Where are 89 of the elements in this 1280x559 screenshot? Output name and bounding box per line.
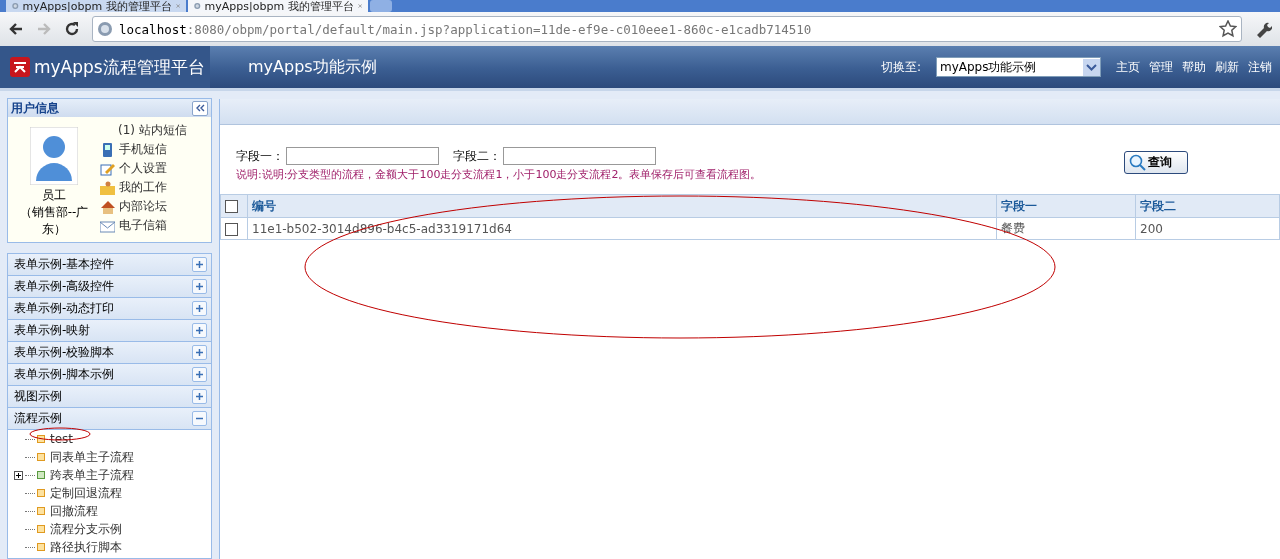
field-label: 字段二： bbox=[453, 147, 501, 165]
plus-icon bbox=[195, 370, 204, 379]
address-bar[interactable]: localhost:8080/obpm/portal/default/main.jsp?application=11de-ef9e-c010eee1-860c-e1cadb714510 bbox=[92, 16, 1242, 42]
expand-node-icon bbox=[14, 470, 23, 480]
phone-icon bbox=[100, 142, 115, 157]
node-folder-icon bbox=[37, 471, 45, 479]
table-cell: 200 bbox=[1135, 217, 1280, 240]
logo-icon bbox=[10, 57, 30, 77]
user-menu-link[interactable]: 个人设置 bbox=[100, 160, 187, 177]
tree-item[interactable]: 流程分支示例 bbox=[50, 520, 122, 538]
user-name: 员工 bbox=[42, 187, 66, 204]
browser-tab[interactable]: myApps|obpm 我的管理平台 bbox=[6, 0, 186, 12]
expand-icon[interactable] bbox=[192, 323, 207, 338]
row-checkbox[interactable] bbox=[225, 222, 238, 236]
user-menu-link[interactable]: 手机短信 bbox=[100, 141, 187, 158]
expand-icon[interactable] bbox=[192, 257, 207, 272]
expand-icon[interactable] bbox=[192, 345, 207, 360]
plus-icon bbox=[195, 304, 204, 313]
nav-link[interactable]: 帮助 bbox=[1182, 58, 1206, 76]
node-icon bbox=[37, 453, 45, 461]
plus-icon bbox=[195, 282, 204, 291]
accordion-header[interactable]: 视图示例 bbox=[8, 386, 211, 408]
pencil-icon bbox=[100, 161, 115, 176]
tree-item[interactable]: 同表单主子流程 bbox=[50, 448, 134, 466]
folder-icon bbox=[100, 180, 115, 195]
node-icon bbox=[37, 489, 45, 497]
application-select[interactable]: myApps功能示例 bbox=[936, 57, 1101, 77]
accordion-header[interactable]: 表单示例-动态打印 bbox=[8, 298, 211, 320]
user-department: （销售部--广东） bbox=[19, 204, 89, 238]
expand-icon[interactable] bbox=[192, 279, 207, 294]
column-header[interactable]: 字段一 bbox=[996, 194, 1136, 218]
description-text: 说明:说明:分支类型的流程，金额大于100走分支流程1，小于100走分支流程2。表单保存后可查看流程图。 bbox=[236, 167, 763, 182]
star-icon[interactable] bbox=[1219, 20, 1237, 38]
double-chevron-icon bbox=[195, 104, 205, 112]
column-header[interactable]: 字段二 bbox=[1135, 194, 1280, 218]
forward-icon bbox=[36, 21, 52, 37]
tree-item[interactable]: 回撤流程 bbox=[50, 502, 98, 520]
table-cell: 餐费 bbox=[996, 217, 1136, 240]
logo-text: myApps流程管理平台 bbox=[34, 55, 205, 79]
user-menu-link[interactable]: 电子信箱 bbox=[100, 217, 187, 234]
plus-icon bbox=[195, 348, 204, 357]
house-icon bbox=[100, 199, 115, 214]
user-menu-link[interactable]: 内部论坛 bbox=[100, 198, 187, 215]
node-icon bbox=[37, 507, 45, 515]
accordion-header[interactable]: 表单示例-脚本示例 bbox=[8, 364, 211, 386]
user-menu-link[interactable]: 我的工作 bbox=[100, 179, 187, 196]
accordion-header[interactable]: 表单示例-基本控件 bbox=[8, 254, 211, 276]
plus-icon bbox=[195, 392, 204, 401]
expand-icon[interactable] bbox=[192, 301, 207, 316]
switch-label: 切换至: bbox=[880, 58, 921, 76]
reload-icon[interactable] bbox=[64, 21, 80, 37]
panel-title: 用户信息 bbox=[11, 99, 59, 117]
tree-item[interactable]: 定制回退流程 bbox=[50, 484, 122, 502]
accordion-header[interactable]: 表单示例-映射 bbox=[8, 320, 211, 342]
accordion-header[interactable]: 表单示例-校验脚本 bbox=[8, 342, 211, 364]
user-avatar-icon bbox=[30, 127, 78, 185]
search-icon bbox=[1129, 154, 1146, 171]
text-field[interactable] bbox=[286, 147, 439, 165]
accordion-header[interactable]: 表单示例-高级控件 bbox=[8, 276, 211, 298]
globe-icon bbox=[12, 0, 19, 12]
nav-link[interactable]: 主页 bbox=[1116, 58, 1140, 76]
browser-tab[interactable]: myApps|obpm 我的管理平台 bbox=[188, 0, 368, 12]
plus-icon bbox=[195, 260, 204, 269]
expand-icon[interactable] bbox=[192, 367, 207, 382]
globe-icon bbox=[97, 21, 113, 37]
node-icon bbox=[37, 543, 45, 551]
text-field[interactable] bbox=[503, 147, 656, 165]
search-button[interactable]: 查询 bbox=[1124, 151, 1188, 174]
tree-item[interactable]: 路径执行脚本 bbox=[50, 538, 122, 556]
messages-link[interactable]: (1) 站内短信 bbox=[100, 122, 187, 139]
nav-link[interactable]: 管理 bbox=[1149, 58, 1173, 76]
nav-link[interactable]: 刷新 bbox=[1215, 58, 1239, 76]
plus-icon bbox=[195, 326, 204, 335]
node-icon bbox=[37, 435, 45, 443]
collapse-icon[interactable] bbox=[192, 411, 207, 426]
envelope-icon bbox=[100, 218, 115, 233]
back-icon[interactable] bbox=[8, 21, 24, 37]
accordion-header[interactable]: 流程示例 bbox=[8, 408, 211, 430]
url-text: localhost:8080/obpm/portal/default/main.jsp?application=11de-ef9e-c010eee1-860c-e1cadb714510 bbox=[119, 21, 813, 37]
tree-item[interactable]: 跨表单主子流程 bbox=[50, 466, 134, 484]
field-label: 字段一： bbox=[236, 147, 284, 165]
collapse-button[interactable] bbox=[192, 100, 208, 116]
app-title: myApps功能示例 bbox=[248, 56, 378, 78]
expand-icon[interactable] bbox=[192, 389, 207, 404]
column-header[interactable]: 编号 bbox=[247, 194, 997, 218]
globe-icon bbox=[194, 0, 201, 12]
nav-link[interactable]: 注销 bbox=[1248, 58, 1272, 76]
node-icon bbox=[37, 525, 45, 533]
select-all-checkbox[interactable] bbox=[225, 200, 238, 213]
